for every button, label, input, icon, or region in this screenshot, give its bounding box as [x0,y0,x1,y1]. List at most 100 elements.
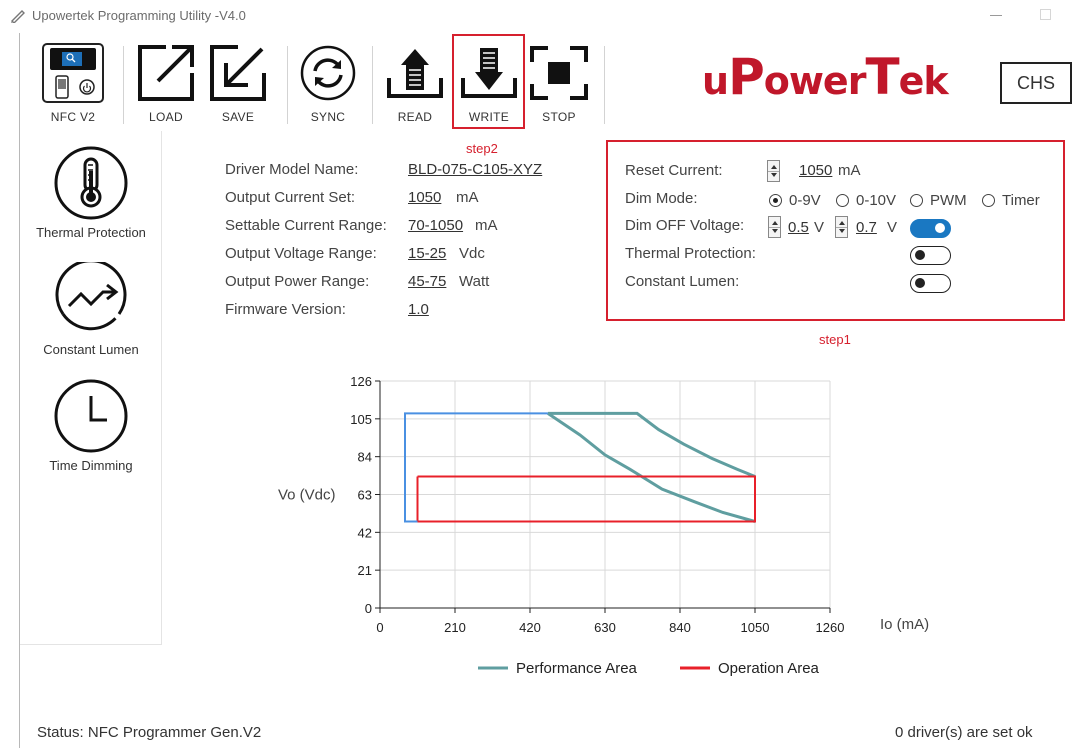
feature-panel: Thermal Protection Constant Lumen Time D… [20,131,162,645]
toolbar-separator [123,46,124,124]
language-button[interactable]: CHS [1000,62,1072,104]
dim-mode-radio-0-9v[interactable] [769,194,782,207]
reset-current-value[interactable]: 1050 [799,162,832,179]
voltage-range-value: 15-25 [408,245,447,262]
dim-off-voltage-label: Dim OFF Voltage: [625,217,745,234]
write-step-highlight [452,34,525,129]
y-tick-label: 21 [358,563,372,578]
x-tick-label: 630 [594,620,616,635]
stop-button[interactable]: STOP [528,42,590,124]
driver-model-label: Driver Model Name: [225,161,359,178]
power-range-label: Output Power Range: [225,273,370,290]
dim-off-voltage-spinner-1[interactable] [768,216,781,238]
constant-lumen-icon [55,262,127,331]
dim-mode-label: Dim Mode: [625,190,698,207]
clock-icon [54,379,128,453]
time-dimming-feature[interactable]: Time Dimming [20,378,162,473]
read-label: READ [397,110,433,124]
dim-off-voltage-toggle[interactable] [910,219,951,238]
dim-off-voltage-value-2[interactable]: 0.7 [856,219,877,236]
legend-label: Operation Area [718,660,820,677]
constant-lumen-label: Constant Lumen [43,342,139,357]
series-line-3 [404,412,548,523]
window-title: Upowertek Programming Utility -V4.0 [32,8,246,23]
thermal-protection-label: Thermal Protection [36,225,146,240]
y-tick-label: 42 [358,525,372,540]
settable-range-value: 70-1050 [408,217,464,234]
load-label: LOAD [149,110,183,124]
driver-model-value: BLD-075-C105-XYZ [408,161,543,178]
y-tick-label: 0 [365,601,372,616]
y-tick-label: 63 [358,488,372,503]
constant-lumen-feature[interactable]: Constant Lumen [20,262,162,357]
legend-label: Performance Area [516,660,638,677]
maximize-button[interactable] [1040,9,1051,20]
dim-off-voltage-value-1[interactable]: 0.5 [788,219,809,236]
firmware-value: 1.0 [408,301,429,318]
title-bar: Upowertek Programming Utility -V4.0 [0,0,1089,33]
constant-lumen-setting-label: Constant Lumen: [625,273,740,290]
upowertek-logo: uPowerTek [702,48,949,106]
step1-label: step1 [819,332,851,347]
dim-off-voltage-unit-2: V [887,219,898,236]
output-current-value: 1050 [408,189,442,206]
sync-icon [300,45,356,101]
power-range-unit: Watt [459,273,490,290]
step2-label: step2 [466,141,498,156]
dim-mode-radio-pwm[interactable] [910,194,923,207]
sync-button[interactable]: SYNC [298,42,358,124]
dim-off-voltage-unit-1: V [814,219,825,236]
dim-mode-option-timer: Timer [1002,192,1040,209]
voltage-range-label: Output Voltage Range: [225,245,377,262]
settable-range-unit: mA [475,217,498,234]
y-tick-label: 126 [350,374,372,389]
load-arrow-icon [138,45,194,101]
nfc-v2-button[interactable]: NFC V2 [36,42,110,124]
reset-current-spinner[interactable] [767,160,780,182]
power-range-value: 45-75 [408,273,447,290]
reset-current-label: Reset Current: [625,162,723,179]
output-current-unit: mA [456,189,479,206]
y-tick-label: 105 [350,412,372,427]
x-tick-label: 1260 [816,620,845,635]
save-label: SAVE [221,110,255,124]
dim-mode-radio-0-10v[interactable] [836,194,849,207]
dim-off-voltage-spinner-2[interactable] [835,216,848,238]
thermal-protection-toggle[interactable] [910,246,951,265]
sync-label: SYNC [310,110,346,124]
nfc-v2-label: NFC V2 [50,110,96,124]
x-tick-label: 210 [444,620,466,635]
series-line-2 [416,475,756,523]
constant-lumen-toggle[interactable] [910,274,951,293]
x-tick-label: 840 [669,620,691,635]
y-axis-label: Vo (Vdc) [278,487,336,504]
output-current-label: Output Current Set: [225,189,356,206]
series-line-1 [547,411,756,478]
minimize-button[interactable] [990,6,1004,20]
x-tick-label: 0 [376,620,383,635]
save-arrow-icon [210,45,266,101]
nfc-programmer-icon [42,43,104,103]
thermometer-icon [54,146,128,220]
thermal-protection-feature[interactable]: Thermal Protection [20,145,162,240]
x-tick-label: 420 [519,620,541,635]
firmware-label: Firmware Version: [225,301,346,318]
read-button[interactable]: READ [384,42,446,124]
dim-mode-option-0-10v: 0-10V [856,192,897,209]
status-text: Status: NFC Programmer Gen.V2 [37,724,262,741]
x-axis-label: Io (mA) [880,616,929,633]
series-line-0 [547,412,756,523]
load-button[interactable]: LOAD [136,42,196,124]
vo-io-chart: 0214263841051260 210 420 630 840 1050 1260Vo (… [278,374,929,677]
dim-mode-radio-timer[interactable] [982,194,995,207]
driver-count-status: 0 driver(s) are set ok [895,724,1033,741]
toolbar-separator [604,46,605,124]
reset-current-unit: mA [838,162,861,179]
stop-icon [530,46,588,100]
thermal-protection-setting-label: Thermal Protection: [625,245,756,262]
save-button[interactable]: SAVE [208,42,268,124]
toolbar-separator [372,46,373,124]
dim-mode-option-pwm: PWM [930,192,967,209]
x-tick-label: 1050 [741,620,770,635]
y-tick-label: 84 [358,450,372,465]
